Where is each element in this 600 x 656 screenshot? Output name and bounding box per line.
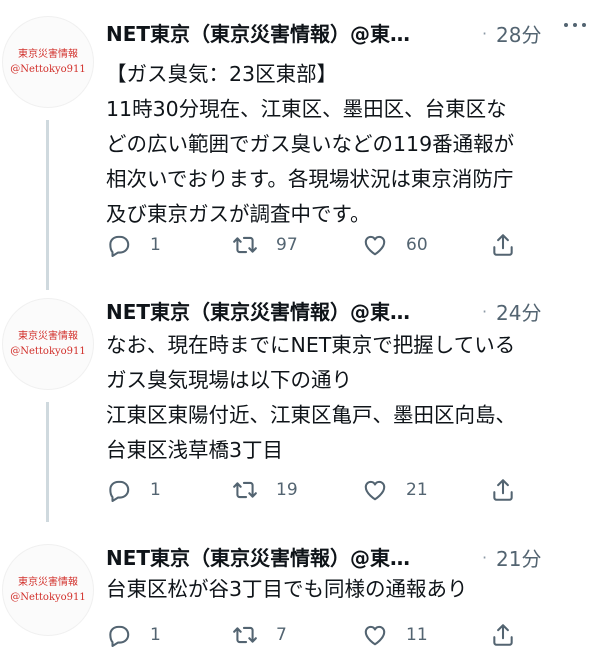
heart-icon: [364, 235, 386, 256]
tweet-text-line: ガス臭気現場は以下の通り: [106, 368, 352, 392]
reply-button[interactable]: 1: [106, 620, 161, 650]
tweet[interactable]: 東京災害情報 @Nettokyo911 NET東京（東京災害情報）@東… · 2…: [0, 0, 600, 300]
timestamp[interactable]: 24分: [496, 297, 541, 326]
separator: ·: [482, 548, 488, 567]
tweet-text-line: どの広い範囲でガス臭いなどの119番通報が: [106, 132, 515, 156]
retweet-icon: [233, 481, 257, 499]
thread-line: [46, 120, 49, 290]
avatar[interactable]: 東京災害情報 @Nettokyo911: [2, 16, 94, 108]
tweet-text: 【ガス臭気：23区東部】 11時30分現在、江東区、墨田区、台東区な どの広い範…: [106, 57, 600, 232]
reply-count: 1: [150, 625, 161, 645]
reply-count: 1: [150, 235, 161, 255]
display-name[interactable]: NET東京（東京災害情報）@東…: [106, 296, 410, 325]
reply-button[interactable]: 1: [106, 475, 161, 505]
display-name[interactable]: NET東京（東京災害情報）@東…: [106, 542, 410, 571]
tweet-header: NET東京（東京災害情報）@東… · 24分: [106, 296, 600, 332]
timestamp[interactable]: 21分: [496, 543, 541, 572]
separator: ·: [482, 24, 488, 43]
heart-icon: [364, 625, 386, 646]
action-bar: 1 19 21: [106, 475, 600, 505]
tweet-text-line: 【ガス臭気：23区東部】: [106, 62, 338, 86]
tweet-text-line: 11時30分現在、江東区、墨田区、台東区な: [106, 97, 507, 121]
tweet-text: なお、現在時までにNET東京で把握している ガス臭気現場は以下の通り 江東区東陽…: [106, 328, 600, 468]
share-button[interactable]: [490, 620, 516, 650]
tweet-text-line: 及び東京ガスが調査中です。: [106, 202, 371, 226]
share-button[interactable]: [490, 475, 516, 505]
action-bar: 1 97 60: [106, 230, 600, 260]
tweet-text-line: 相次いでおります。各現場状況は東京消防庁: [106, 167, 514, 191]
tweet-header: NET東京（東京災害情報）@東… · 28分: [106, 18, 600, 54]
retweet-button[interactable]: 97: [232, 230, 298, 260]
like-count: 21: [406, 480, 428, 500]
retweet-count: 19: [276, 480, 298, 500]
like-button[interactable]: 11: [362, 620, 428, 650]
tweet-text: 台東区松が谷3丁目でも同様の通報あり: [106, 572, 600, 607]
tweet[interactable]: 東京災害情報 @Nettokyo911 NET東京（東京災害情報）@東… · 2…: [0, 282, 600, 528]
avatar-handle: @Nettokyo911: [10, 64, 86, 75]
action-bar: 1 7 11: [106, 620, 600, 650]
reply-count: 1: [150, 480, 161, 500]
avatar-label: 東京災害情報: [18, 331, 78, 342]
like-count: 60: [406, 235, 428, 255]
share-icon: [493, 479, 513, 501]
share-button[interactable]: [490, 230, 516, 260]
heart-icon: [364, 480, 386, 501]
more-icon[interactable]: [564, 20, 590, 30]
like-button[interactable]: 60: [362, 230, 428, 260]
tweet[interactable]: 東京災害情報 @Nettokyo911 NET東京（東京災害情報）@東… · 2…: [0, 528, 600, 656]
avatar-label: 東京災害情報: [18, 577, 78, 588]
separator: ·: [482, 302, 488, 321]
like-count: 11: [406, 625, 428, 645]
thread-line: [46, 402, 49, 522]
tweet-text-line: なお、現在時までにNET東京で把握している: [106, 333, 516, 357]
avatar[interactable]: 東京災害情報 @Nettokyo911: [2, 544, 94, 636]
retweet-count: 97: [276, 235, 298, 255]
avatar-handle: @Nettokyo911: [10, 592, 86, 603]
share-icon: [493, 624, 513, 646]
like-button[interactable]: 21: [362, 475, 428, 505]
avatar[interactable]: 東京災害情報 @Nettokyo911: [2, 298, 94, 390]
retweet-button[interactable]: 7: [232, 620, 287, 650]
timestamp[interactable]: 28分: [496, 19, 541, 48]
reply-icon: [109, 235, 130, 257]
tweet-text-line: 台東区松が谷3丁目でも同様の通報あり: [106, 577, 468, 601]
avatar-label: 東京災害情報: [18, 49, 78, 60]
reply-icon: [109, 480, 130, 502]
retweet-icon: [233, 236, 257, 254]
reply-button[interactable]: 1: [106, 230, 161, 260]
retweet-count: 7: [276, 625, 287, 645]
retweet-icon: [233, 626, 257, 644]
retweet-button[interactable]: 19: [232, 475, 298, 505]
tweet-text-line: 台東区浅草橋3丁目: [106, 438, 284, 462]
reply-icon: [109, 625, 130, 647]
tweet-text-line: 江東区東陽付近、江東区亀戸、墨田区向島、: [106, 403, 516, 427]
share-icon: [493, 234, 513, 256]
display-name[interactable]: NET東京（東京災害情報）@東…: [106, 18, 410, 47]
avatar-handle: @Nettokyo911: [10, 346, 86, 357]
